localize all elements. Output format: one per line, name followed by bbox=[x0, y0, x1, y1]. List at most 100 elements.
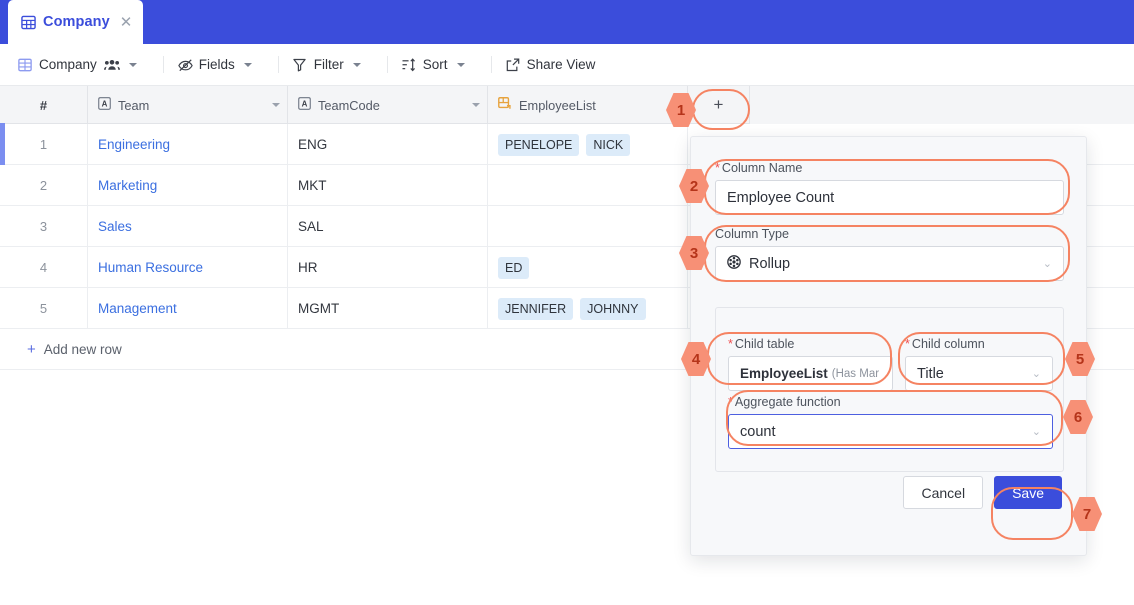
cell-teamcode[interactable]: MKT bbox=[288, 165, 488, 206]
toolbar-sort-button[interactable]: Sort bbox=[402, 44, 478, 86]
tab-label: Company bbox=[43, 14, 110, 30]
link-field-icon bbox=[498, 97, 512, 113]
child-table-value: EmployeeList bbox=[740, 366, 828, 381]
grid-header-row: # A Team A TeamCode EmployeeList + bbox=[0, 86, 1134, 124]
row-number: 1 bbox=[0, 124, 88, 165]
eye-off-icon bbox=[178, 58, 193, 72]
column-name-input[interactable]: Employee Count bbox=[715, 180, 1064, 215]
child-table-field: * Child table EmployeeList (Has Mar bbox=[728, 337, 893, 391]
cell-employeelist[interactable]: JENNIFER JOHNNY bbox=[488, 288, 688, 329]
chevron-down-icon[interactable] bbox=[272, 103, 280, 107]
toolbar-share-view-button[interactable]: Share View bbox=[506, 44, 609, 86]
toolbar-filter-label: Filter bbox=[313, 57, 344, 72]
child-column-select[interactable]: Title ⌄ bbox=[905, 356, 1053, 391]
chevron-down-icon[interactable] bbox=[128, 62, 137, 67]
cell-teamcode[interactable]: SAL bbox=[288, 206, 488, 247]
plus-icon: + bbox=[27, 340, 36, 358]
toolbar-divider bbox=[386, 56, 388, 73]
cell-teamcode[interactable]: ENG bbox=[288, 124, 488, 165]
link-chip[interactable]: ED bbox=[498, 256, 530, 279]
aggregate-function-field: * Aggregate function count ⌄ bbox=[728, 395, 1053, 449]
column-name-label: * Column Name bbox=[715, 161, 803, 175]
svg-text:A: A bbox=[302, 100, 308, 109]
link-chip[interactable]: NICK bbox=[586, 133, 631, 156]
toolbar-fields-button[interactable]: Fields bbox=[178, 44, 265, 86]
cell-employeelist[interactable] bbox=[488, 165, 688, 206]
chevron-down-icon[interactable]: ⌄ bbox=[1043, 257, 1052, 270]
cell-employeelist[interactable]: PENELOPE NICK bbox=[488, 124, 688, 165]
aggregate-function-select[interactable]: count ⌄ bbox=[728, 414, 1053, 449]
toolbar-divider bbox=[162, 56, 164, 73]
child-column-field: * Child column Title ⌄ bbox=[905, 337, 1053, 391]
filter-icon bbox=[293, 58, 307, 72]
text-field-icon: A bbox=[298, 97, 311, 113]
child-column-label: * Child column bbox=[905, 337, 985, 351]
link-chip[interactable]: PENELOPE bbox=[498, 133, 580, 156]
add-column-button[interactable]: + bbox=[688, 86, 750, 124]
cell-team[interactable]: Engineering bbox=[88, 124, 288, 165]
required-marker: * bbox=[728, 337, 733, 351]
view-toolbar: Company Fields Filter Sort Share View bbox=[0, 44, 1134, 86]
column-header-label: EmployeeList bbox=[519, 97, 596, 113]
toolbar-sort-label: Sort bbox=[422, 57, 448, 72]
row-number: 2 bbox=[0, 165, 88, 206]
save-button[interactable]: Save bbox=[994, 476, 1062, 509]
cell-teamcode[interactable]: HR bbox=[288, 247, 488, 288]
toolbar-divider bbox=[277, 56, 279, 73]
sort-icon bbox=[402, 57, 416, 72]
row-number: 3 bbox=[0, 206, 88, 247]
column-header-team[interactable]: A Team bbox=[88, 86, 288, 124]
column-type-field: Column Type Rollup ⌄ bbox=[715, 227, 1064, 281]
edit-column-dialog: *Column Name Employee Count Column Type bbox=[690, 136, 1087, 556]
column-header-employeelist[interactable]: EmployeeList bbox=[488, 86, 688, 124]
chevron-down-icon[interactable] bbox=[352, 62, 361, 67]
required-marker: * bbox=[728, 395, 733, 409]
toolbar-fields-label: Fields bbox=[198, 57, 235, 72]
table-tab-company[interactable]: Company ✕ bbox=[8, 0, 144, 44]
required-marker: * bbox=[715, 161, 720, 175]
rollup-icon bbox=[727, 254, 741, 273]
toolbar-table-name[interactable]: Company bbox=[18, 44, 150, 86]
chevron-down-icon[interactable] bbox=[472, 103, 480, 107]
link-chip[interactable]: JENNIFER bbox=[498, 297, 574, 320]
cell-team[interactable]: Marketing bbox=[88, 165, 288, 206]
chevron-down-icon[interactable] bbox=[456, 62, 465, 67]
cancel-button[interactable]: Cancel bbox=[903, 476, 984, 509]
aggregate-function-label: * Aggregate function bbox=[728, 395, 841, 409]
cell-team[interactable]: Human Resource bbox=[88, 247, 288, 288]
add-new-row-label: Add new row bbox=[43, 341, 122, 357]
chevron-down-icon[interactable]: ⌄ bbox=[1032, 367, 1041, 380]
cell-employeelist[interactable]: ED bbox=[488, 247, 688, 288]
toolbar-filter-button[interactable]: Filter bbox=[293, 44, 374, 86]
link-chip[interactable]: JOHNNY bbox=[580, 297, 646, 320]
people-icon bbox=[103, 58, 120, 71]
chevron-down-icon[interactable] bbox=[243, 62, 252, 67]
svg-text:A: A bbox=[102, 100, 108, 109]
dialog-footer: Cancel Save bbox=[691, 476, 1086, 509]
close-icon[interactable]: ✕ bbox=[120, 15, 133, 30]
cell-team[interactable]: Management bbox=[88, 288, 288, 329]
column-header-row-number: # bbox=[0, 86, 88, 124]
chevron-down-icon[interactable]: ⌄ bbox=[1032, 425, 1041, 438]
toolbar-table-label: Company bbox=[39, 57, 97, 72]
title-bar: Company ✕ bbox=[0, 0, 1134, 44]
column-header-teamcode[interactable]: A TeamCode bbox=[288, 86, 488, 124]
aggregate-function-value: count bbox=[740, 423, 776, 440]
cell-team[interactable]: Sales bbox=[88, 206, 288, 247]
share-icon bbox=[506, 58, 520, 72]
child-table-select[interactable]: EmployeeList (Has Mar bbox=[728, 356, 893, 391]
toolbar-divider bbox=[490, 56, 492, 73]
app-root: Company ✕ Company Fields Filter Sort Sha… bbox=[0, 0, 1134, 605]
child-table-label: * Child table bbox=[728, 337, 795, 351]
grid-icon bbox=[21, 15, 36, 30]
child-column-value: Title bbox=[917, 365, 944, 382]
column-type-select[interactable]: Rollup ⌄ bbox=[715, 246, 1064, 281]
column-type-value: Rollup bbox=[749, 255, 791, 272]
cell-employeelist[interactable] bbox=[488, 206, 688, 247]
column-header-label: Team bbox=[118, 97, 150, 113]
cell-teamcode[interactable]: MGMT bbox=[288, 288, 488, 329]
row-number: 4 bbox=[0, 247, 88, 288]
column-name-value: Employee Count bbox=[727, 189, 835, 206]
child-table-suffix: (Has Mar bbox=[831, 367, 880, 380]
text-field-icon: A bbox=[98, 97, 111, 113]
